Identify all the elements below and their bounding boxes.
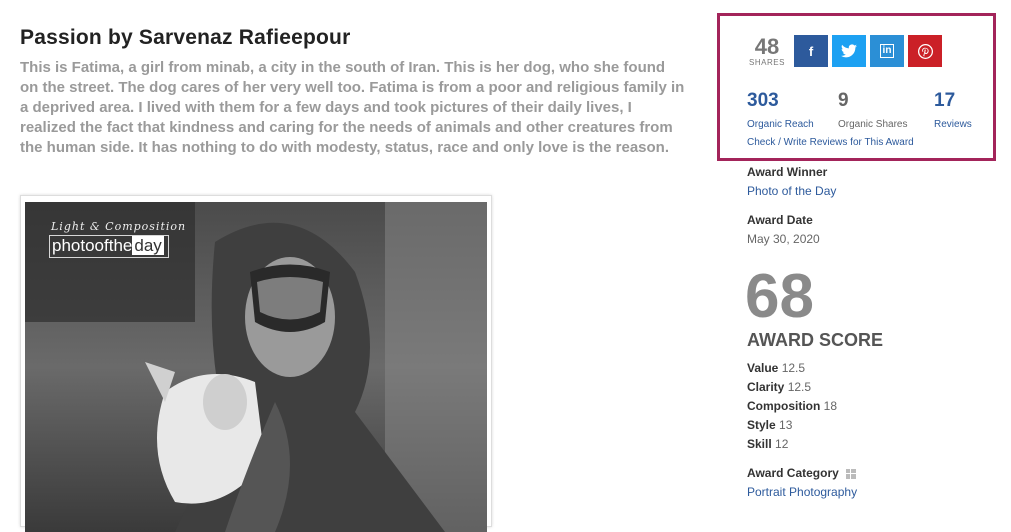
page-title: Passion by Sarvenaz Rafieepour (20, 26, 351, 49)
award-category-link[interactable]: Portrait Photography (747, 485, 857, 499)
facebook-share-button[interactable]: f (794, 35, 828, 67)
linkedin-icon: in (879, 44, 895, 58)
award-photo[interactable]: Light & Composition photoofthe day (25, 202, 487, 532)
pinterest-icon (917, 43, 933, 59)
pinterest-share-button[interactable] (908, 35, 942, 67)
organic-reach-count: 303 (747, 90, 779, 111)
organic-shares-label: Organic Shares (838, 119, 908, 130)
photo-description: This is Fatima, a girl from minab, a cit… (20, 59, 685, 156)
award-category-label: Award Category (747, 466, 857, 480)
award-date-value: May 30, 2020 (747, 232, 820, 246)
organic-reach-label: Organic Reach (747, 119, 814, 130)
write-review-link[interactable]: Check / Write Reviews for This Award (747, 137, 914, 148)
twitter-icon (841, 44, 857, 58)
share-panel: 48 SHARES f in 303 Organic Reach 9 Organ… (717, 13, 996, 161)
twitter-share-button[interactable] (832, 35, 866, 67)
award-winner-label: Award Winner (747, 165, 828, 179)
article-header: Passion by Sarvenaz Rafieepour This is F… (20, 26, 685, 158)
score-value-row: Value 12.5 (747, 361, 806, 375)
reviews-count[interactable]: 17 (934, 90, 955, 112)
score-style-row: Style 13 (747, 418, 793, 432)
watermark-subtitle: Light & Composition (51, 220, 187, 233)
shares-label: SHARES (749, 58, 785, 67)
award-winner-link[interactable]: Photo of the Day (747, 184, 836, 198)
award-score-number: 68 (745, 262, 814, 331)
linkedin-share-button[interactable]: in (870, 35, 904, 67)
score-clarity-row: Clarity 12.5 (747, 380, 812, 394)
photo-frame: Light & Composition photoofthe day (20, 195, 492, 532)
reviews-label[interactable]: Reviews (934, 119, 972, 130)
score-composition-row: Composition 18 (747, 399, 838, 413)
award-score-label: AWARD SCORE (747, 330, 884, 350)
organic-shares-count: 9 (838, 90, 849, 111)
facebook-icon: f (808, 43, 814, 59)
watermark-logo: photoofthe day (49, 235, 169, 258)
award-date-label: Award Date (747, 213, 813, 227)
category-grid-icon (846, 468, 857, 479)
score-skill-row: Skill 12 (747, 437, 789, 451)
shares-count: 48 (754, 34, 780, 59)
